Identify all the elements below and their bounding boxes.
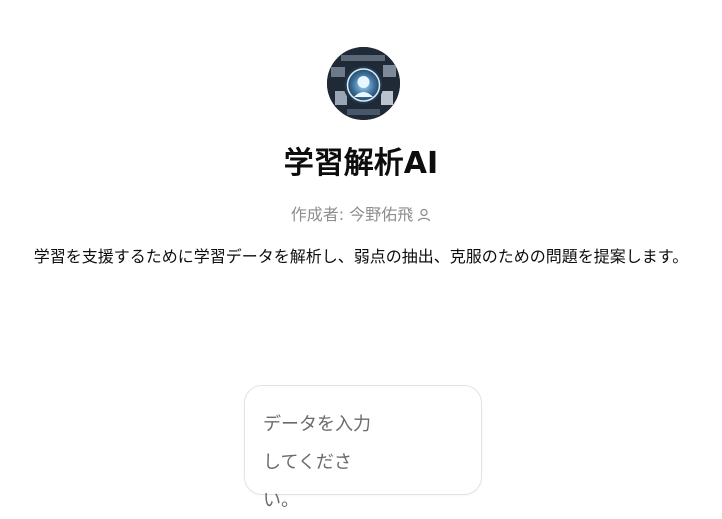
author-name: 今野佑飛 [349,205,414,224]
gpt-title: 学習解析AI [283,146,439,181]
conversation-starter-button[interactable]: データを入力してください。 [244,385,482,511]
conversation-starter-label: データを入力してください。 [263,414,371,511]
author-prefix: 作成者: [290,205,350,224]
ai-robot-avatar-icon [327,47,400,120]
gpt-description: 学習を支援するために学習データを解析し、弱点の抽出、克服のための問題を提案します… [33,247,689,266]
author-line: 作成者: 今野佑飛 [0,203,722,229]
person-icon[interactable] [417,205,431,229]
gpt-landing: 学習解析AI 作成者: 今野佑飛 学習を支援するために学習データを解析し、弱点の… [0,0,722,519]
